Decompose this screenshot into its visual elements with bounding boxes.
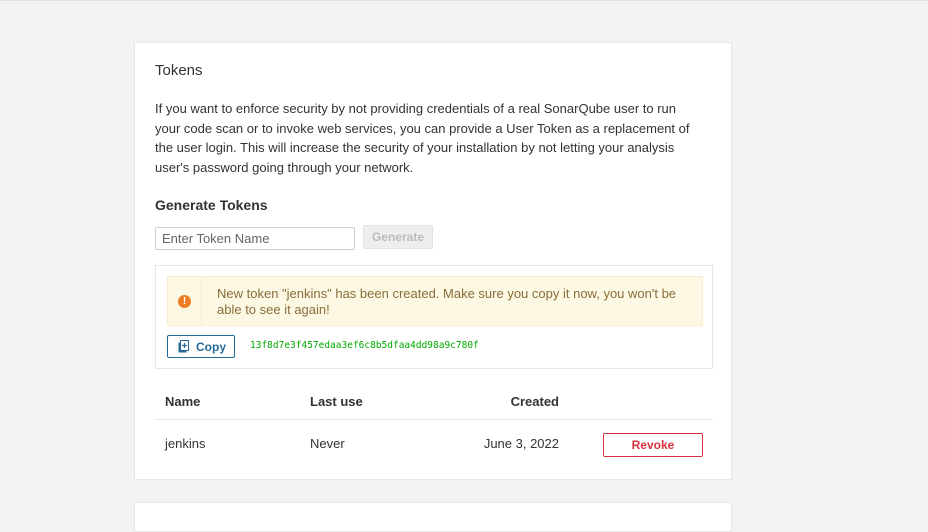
column-header-name: Name xyxy=(165,394,201,409)
alert-icon-column: ! xyxy=(168,277,202,325)
top-border xyxy=(0,0,928,1)
new-token-alert: ! New token "jenkins" has been created. … xyxy=(167,276,703,326)
column-header-created: Created xyxy=(510,394,559,409)
copy-label: Copy xyxy=(196,340,226,354)
next-panel xyxy=(134,502,732,532)
new-token-box: ! New token "jenkins" has been created. … xyxy=(155,265,713,369)
tokens-title: Tokens xyxy=(155,62,203,79)
tokens-panel: Tokens If you want to enforce security b… xyxy=(134,42,732,480)
token-name-input[interactable] xyxy=(155,227,355,250)
created-cell: June 3, 2022 xyxy=(483,436,559,451)
alert-message: New token "jenkins" has been created. Ma… xyxy=(217,286,677,317)
generate-tokens-title: Generate Tokens xyxy=(155,197,268,213)
exclamation-circle-icon: ! xyxy=(178,295,191,308)
tokens-description: If you want to enforce security by not p… xyxy=(155,101,690,175)
token-value: 13f8d7e3f457edaa3ef6c8b5dfaa4dd98a9c780f xyxy=(250,340,479,351)
token-name-cell: jenkins xyxy=(165,436,206,451)
clipboard-icon xyxy=(178,340,189,353)
table-divider xyxy=(155,419,713,420)
last-use-cell: Never xyxy=(310,436,345,451)
copy-button[interactable]: Copy xyxy=(167,335,235,358)
revoke-button[interactable]: Revoke xyxy=(603,433,703,457)
column-header-last-use: Last use xyxy=(310,394,363,409)
generate-button[interactable]: Generate xyxy=(363,225,433,249)
